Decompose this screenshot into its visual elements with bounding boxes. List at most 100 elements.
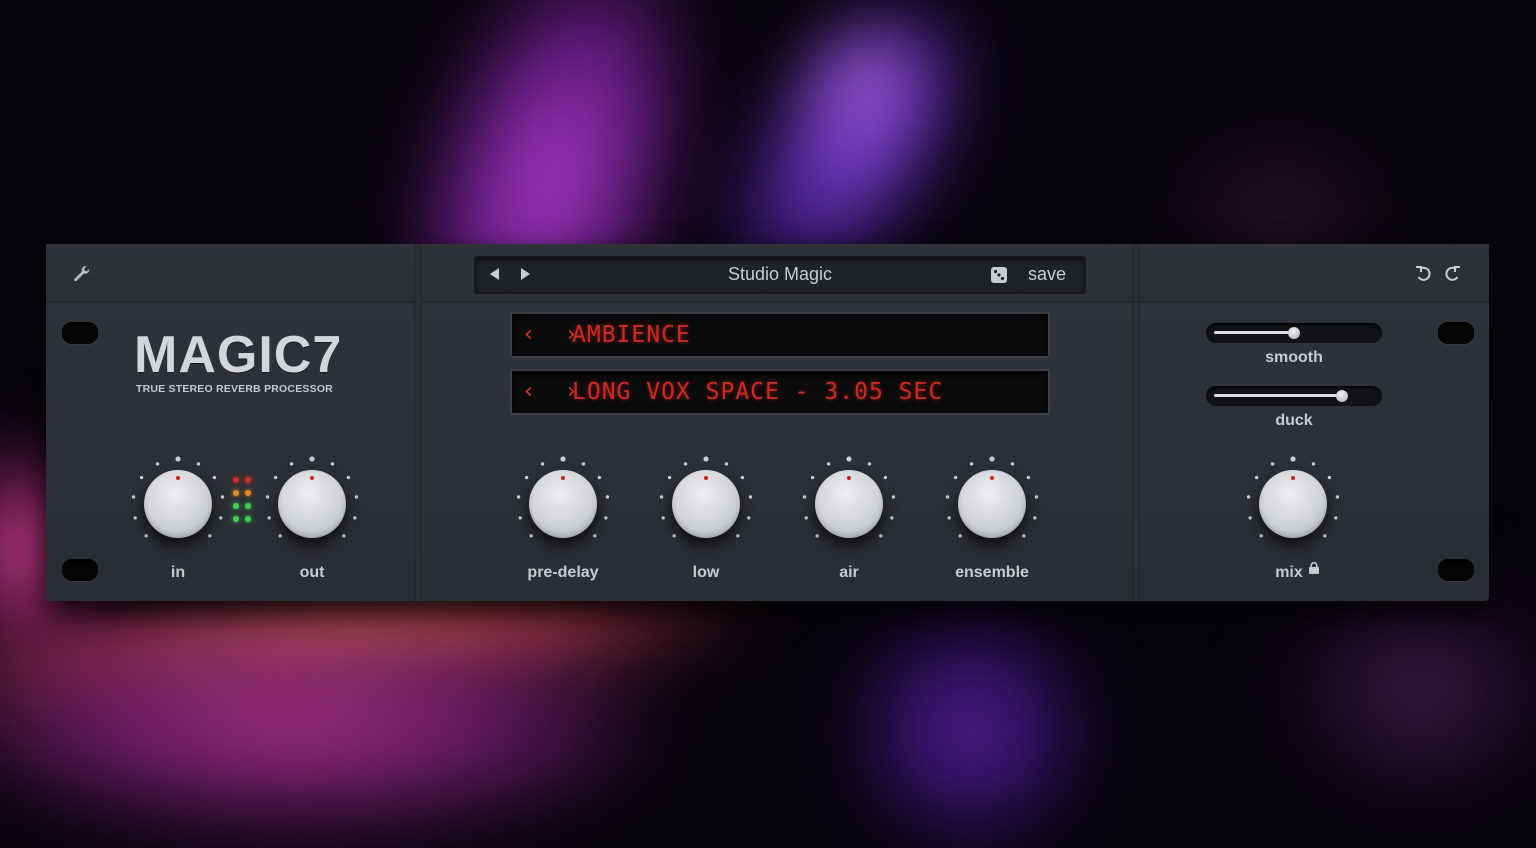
air-knob-control: air [801,456,897,586]
duck-slider[interactable] [1206,386,1382,406]
wrench-icon[interactable] [72,264,92,284]
preset-browser: Studio Magic save [474,256,1086,294]
save-button[interactable]: save [1028,264,1066,285]
smooth-slider-fill [1214,331,1294,334]
knob-scale-dot [747,516,751,520]
knob-scale-dot [354,495,359,499]
rack-mount-hole [62,322,98,344]
dice-icon[interactable] [990,266,1008,284]
knob-scale-dot [131,495,136,499]
program-text[interactable]: LONG VOX SPACE - 3.05 SEC [572,379,943,405]
air-knob[interactable] [815,470,883,538]
program-display: ‹ › LONG VOX SPACE - 3.05 SEC [510,369,1050,415]
knob-scale-dot [1334,516,1338,520]
knob-scale-dot [1335,495,1340,499]
knob-scale-dot [846,456,852,462]
knob-scale-dot [989,456,995,462]
smooth-label: smooth [1265,349,1323,366]
plugin-panel: Studio Magic save MAGIC7 TRUE STEREO REV… [46,244,1489,601]
mix-knob-control: mix [1245,456,1341,586]
in-knob[interactable] [144,470,212,538]
knob-scale-dot [604,516,608,520]
undo-icon[interactable] [1414,264,1434,284]
redo-icon[interactable] [1442,264,1462,284]
knob-scale-dot [605,495,610,499]
low-knob[interactable] [672,470,740,538]
pre-delay-knob[interactable] [529,470,597,538]
duck-label: duck [1275,412,1313,429]
knob-scale-dot [267,516,271,520]
out-knob[interactable] [278,470,346,538]
knob-scale-dot [703,456,709,462]
knob-scale-dot [597,475,602,480]
knob-scale-dot [891,495,896,499]
knob-scale-dot [309,456,315,462]
mix-label: mix [1275,564,1303,581]
knob-scale-dot [212,475,217,480]
knob-scale-dot [219,516,223,520]
knob-scale-dot [890,516,894,520]
knob-scale-dot [220,495,225,499]
knob-scale-dot [958,534,962,538]
knob-scale-dot [516,495,521,499]
knob-scale-dot [155,462,160,466]
knob-scale-dot [1034,495,1039,499]
knob-scale-dot [810,475,815,480]
knob-scale-dot [947,516,951,520]
ensemble-knob-control: ensemble [944,456,1040,586]
knob-scale-dot [175,456,181,462]
knob-scale-dot [196,462,201,466]
logo-wordmark: MAGIC7 [134,326,343,384]
smooth-slider[interactable] [1206,323,1382,343]
knob-scale-dot [826,462,831,466]
knob-scale-dot [867,462,872,466]
logo-tagline: TRUE STEREO REVERB PROCESSOR [136,383,333,395]
out-label: out [299,564,325,581]
knob-scale-dot [1246,495,1251,499]
rack-mount-hole [1438,559,1474,581]
ensemble-knob[interactable] [958,470,1026,538]
low-label: low [692,564,720,581]
knob-scale-dot [518,516,522,520]
knob-scale-dot [1311,462,1316,466]
mix-knob[interactable] [1259,470,1327,538]
knob-scale-dot [879,534,883,538]
low-knob-control: low [658,456,754,586]
air-label: air [839,564,859,581]
knob-scale-dot [342,534,346,538]
knob-scale-dot [1327,475,1332,480]
smooth-slider-thumb[interactable] [1288,327,1300,339]
knob-scale-dot [883,475,888,480]
section-divider-right [1132,244,1140,601]
knob-scale-dot [353,516,357,520]
knob-scale-dot [1022,534,1026,538]
meter-led [233,490,239,496]
knob-scale-dot [524,475,529,480]
knob-scale-dot [1248,516,1252,520]
knob-scale-dot [139,475,144,480]
knob-scale-dot [540,462,545,466]
meter-led [245,516,251,522]
knob-scale-dot [593,534,597,538]
meter-led [233,516,239,522]
lock-icon[interactable] [1308,562,1320,574]
knob-scale-dot [529,534,533,538]
knob-scale-dot [802,495,807,499]
knob-scale-dot [672,534,676,538]
duck-slider-thumb[interactable] [1336,390,1348,402]
knob-scale-dot [581,462,586,466]
knob-scale-dot [273,475,278,480]
meter-led [233,477,239,483]
pre-delay-label: pre-delay [527,564,599,581]
knob-scale-dot [736,534,740,538]
knob-scale-dot [659,495,664,499]
meter-led [233,503,239,509]
meter-led [245,477,251,483]
meter-led [245,490,251,496]
knob-scale-dot [1254,475,1259,480]
knob-scale-dot [724,462,729,466]
knob-scale-dot [1323,534,1327,538]
knob-scale-dot [683,462,688,466]
category-text[interactable]: AMBIENCE [572,322,691,348]
knob-scale-dot [278,534,282,538]
